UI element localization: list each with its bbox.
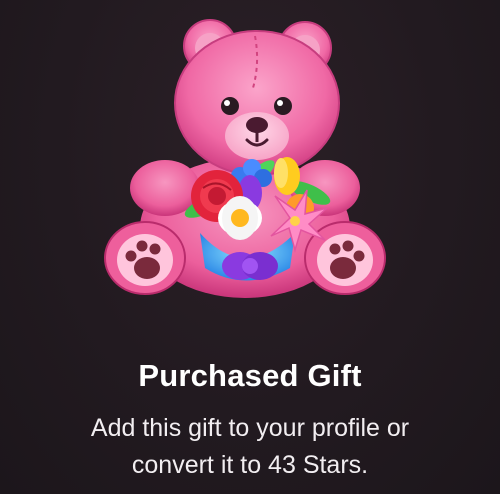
gift-description-line2: convert it to 43 Stars. <box>131 451 369 479</box>
gift-description: Add this gift to your profile or convert… <box>0 410 500 484</box>
bear-left-foot <box>104 221 186 295</box>
gift-description-line1: Add this gift to your profile or <box>90 414 410 442</box>
gift-title: Purchased Gift <box>138 358 362 393</box>
gift-sheet: Purchased Gift Add this gift to your pro… <box>0 0 500 494</box>
teddy-bear-with-bouquet-icon <box>104 19 386 298</box>
bear-head <box>174 19 340 176</box>
